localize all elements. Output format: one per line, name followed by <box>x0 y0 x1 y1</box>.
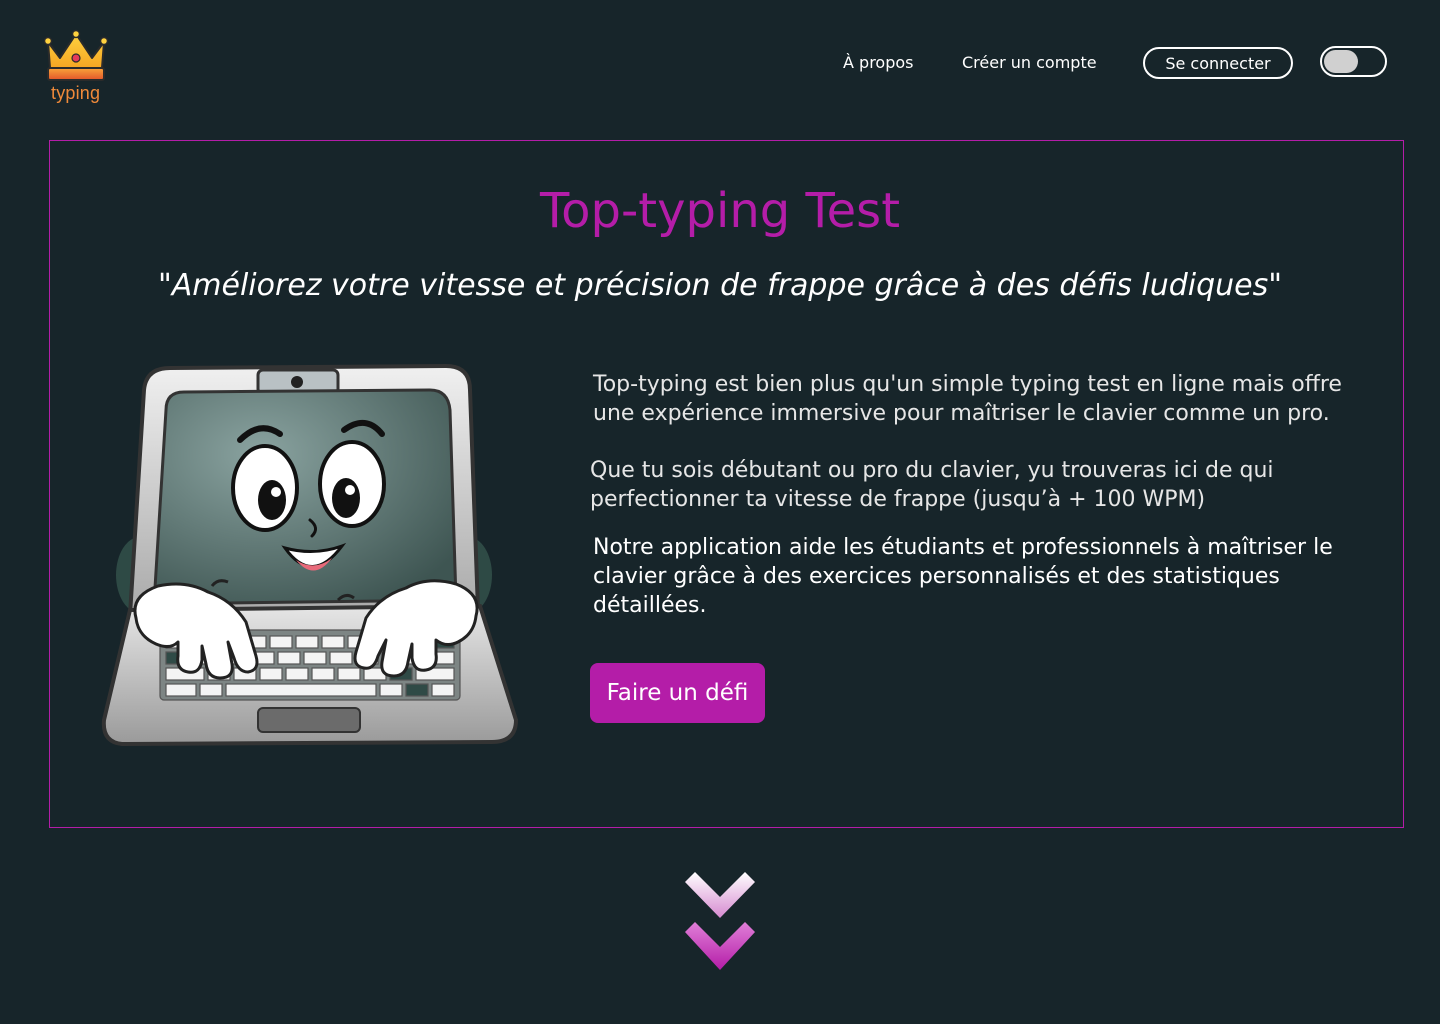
double-chevron-down-icon[interactable] <box>683 870 757 974</box>
nav-signup-link[interactable]: Créer un compte <box>962 53 1097 72</box>
page: typing À propos Créer un compte Se conne… <box>0 0 1440 1024</box>
toggle-knob <box>1324 50 1358 73</box>
start-challenge-button[interactable]: Faire un défi <box>590 663 765 723</box>
intro-paragraph-2: Que tu sois débutant ou pro du clavier, … <box>590 458 1274 512</box>
crown-icon <box>44 29 108 81</box>
hero-tagline: "Améliorez votre vitesse et précision de… <box>157 268 1283 303</box>
logo-text: typing <box>51 83 101 103</box>
intro-paragraph-3: Notre application aide les étudiants et … <box>593 535 1333 618</box>
login-button[interactable]: Se connecter <box>1143 47 1293 79</box>
nav-about-link[interactable]: À propos <box>843 53 913 72</box>
logo[interactable]: typing <box>44 28 108 108</box>
page-title: Top-typing Test <box>539 183 901 239</box>
intro-paragraph-1: Top-typing est bien plus qu'un simple ty… <box>593 372 1342 426</box>
laptop-mascot-illustration <box>101 363 519 747</box>
theme-toggle[interactable] <box>1320 46 1387 77</box>
